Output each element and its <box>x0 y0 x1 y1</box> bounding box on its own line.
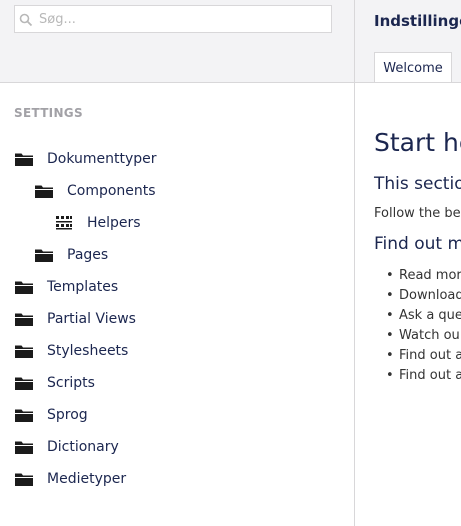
link-text[interactable]: Download <box>399 288 461 303</box>
folder-icon <box>15 440 33 454</box>
editor-header: Indstillinger Welcome <box>355 0 461 83</box>
tree-item-dictionary[interactable]: Dictionary <box>15 435 119 459</box>
tree-item-label: Scripts <box>47 375 95 391</box>
search-input[interactable] <box>39 6 327 32</box>
folder-icon <box>15 472 33 486</box>
folder-icon <box>15 152 33 166</box>
tree-item-medietyper[interactable]: Medietyper <box>15 467 126 491</box>
folder-icon <box>15 408 33 422</box>
tree-item-label: Helpers <box>87 215 141 231</box>
tab-welcome[interactable]: Welcome <box>374 52 452 82</box>
content-text: Follow the be <box>374 206 461 221</box>
content-subtitle-find-out: Find out m <box>374 234 461 254</box>
list-item[interactable]: • Find out a <box>386 345 461 365</box>
tree-panel: SETTINGS Dokumenttyper Components Helper… <box>0 0 354 526</box>
tree-item-label: Templates <box>47 279 119 295</box>
tree-section-heading: SETTINGS <box>14 106 83 120</box>
tree-item-label: Dictionary <box>47 439 119 455</box>
list-item[interactable]: • Read mor <box>386 265 461 285</box>
link-text[interactable]: Read mor <box>399 268 461 283</box>
list-item[interactable]: • Download <box>386 285 461 305</box>
list-item[interactable]: • Find out a <box>386 365 461 385</box>
tree-item-label: Medietyper <box>47 471 127 487</box>
tree-item-label: Pages <box>67 247 109 263</box>
tree-item-sprog[interactable]: Sprog <box>15 403 88 427</box>
search-icon <box>19 12 33 27</box>
page-title: Indstillinger <box>374 12 461 30</box>
tree-item-partial-views[interactable]: Partial Views <box>15 307 136 331</box>
tree-item-label: Sprog <box>47 407 88 423</box>
tree-item-helpers[interactable]: Helpers <box>55 211 141 235</box>
folder-icon <box>15 280 33 294</box>
folder-icon <box>35 184 53 198</box>
folder-icon <box>15 376 33 390</box>
editor-content: Start he This sectio Follow the be Find … <box>355 83 461 526</box>
grid-icon <box>55 216 73 230</box>
tree-item-label: Partial Views <box>47 311 136 327</box>
link-text[interactable]: Watch ou <box>399 328 460 343</box>
tree-item-label: Components <box>67 183 156 199</box>
folder-icon <box>15 312 33 326</box>
link-text[interactable]: Find out a <box>399 368 461 383</box>
tree-item-stylesheets[interactable]: Stylesheets <box>15 339 128 363</box>
search-box[interactable] <box>14 5 332 33</box>
link-list: • Read mor • Download • Ask a que • Watch ou… <box>386 265 461 385</box>
tree-item-scripts[interactable]: Scripts <box>15 371 95 395</box>
tree-item-components[interactable]: Components <box>35 179 156 203</box>
folder-icon <box>35 248 53 262</box>
tree-item-pages[interactable]: Pages <box>35 243 108 267</box>
link-text[interactable]: Ask a que <box>399 308 461 323</box>
folder-icon <box>15 344 33 358</box>
tree-item-label: Dokumenttyper <box>47 151 157 167</box>
link-text[interactable]: Find out a <box>399 348 461 363</box>
search-bar <box>0 0 354 83</box>
content-subtitle: This sectio <box>374 174 461 194</box>
list-item[interactable]: • Ask a que <box>386 305 461 325</box>
tree-item-dokumenttyper[interactable]: Dokumenttyper <box>15 147 157 171</box>
tree-item-templates[interactable]: Templates <box>15 275 118 299</box>
list-item[interactable]: • Watch ou <box>386 325 461 345</box>
content-title: Start he <box>374 128 461 157</box>
tree-item-label: Stylesheets <box>47 343 129 359</box>
